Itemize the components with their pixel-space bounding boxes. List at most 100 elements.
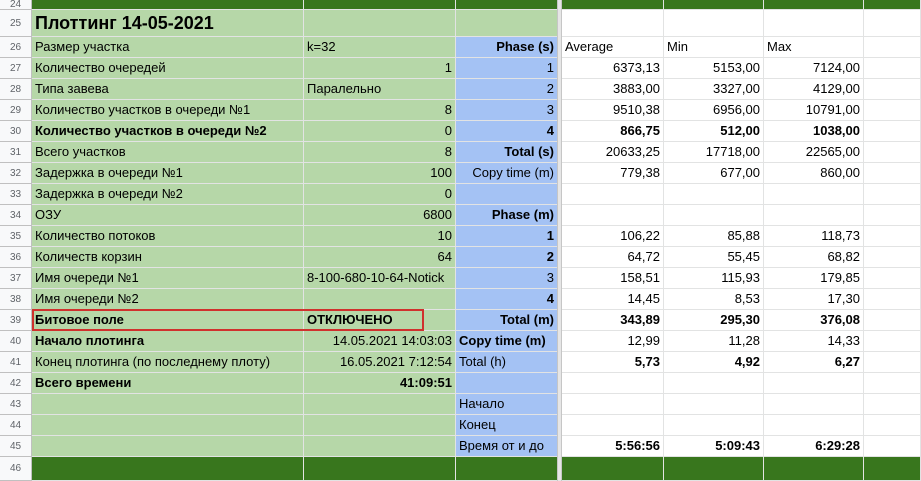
cell-F40[interactable]: 14,33 bbox=[764, 331, 864, 352]
cell-B28[interactable]: Паралельно bbox=[304, 79, 456, 100]
cell-E24[interactable] bbox=[664, 0, 764, 10]
cell-A43[interactable] bbox=[32, 394, 304, 415]
cell-A41[interactable]: Конец плотинга (по последнему плоту) bbox=[32, 352, 304, 373]
cell-B45[interactable] bbox=[304, 436, 456, 457]
cell-D36[interactable]: 64,72 bbox=[562, 247, 664, 268]
cell-B43[interactable] bbox=[304, 394, 456, 415]
cell-C41[interactable]: Total (h) bbox=[456, 352, 558, 373]
cell-D46[interactable] bbox=[562, 457, 664, 481]
cell-G43[interactable] bbox=[864, 394, 921, 415]
cell-F44[interactable] bbox=[764, 415, 864, 436]
cell-C39[interactable]: Total (m) bbox=[456, 310, 558, 331]
cell-C37[interactable]: 3 bbox=[456, 268, 558, 289]
cell-G31[interactable] bbox=[864, 142, 921, 163]
cell-D37[interactable]: 158,51 bbox=[562, 268, 664, 289]
cell-F39[interactable]: 376,08 bbox=[764, 310, 864, 331]
cell-G35[interactable] bbox=[864, 226, 921, 247]
cell-D43[interactable] bbox=[562, 394, 664, 415]
cell-E33[interactable] bbox=[664, 184, 764, 205]
cell-G25[interactable] bbox=[864, 10, 921, 37]
cell-F46[interactable] bbox=[764, 457, 864, 481]
cell-F30[interactable]: 1038,00 bbox=[764, 121, 864, 142]
cell-F35[interactable]: 118,73 bbox=[764, 226, 864, 247]
cell-F43[interactable] bbox=[764, 394, 864, 415]
row-header[interactable]: 38 bbox=[0, 289, 32, 310]
cell-C43[interactable]: Начало bbox=[456, 394, 558, 415]
cell-E29[interactable]: 6956,00 bbox=[664, 100, 764, 121]
cell-D39[interactable]: 343,89 bbox=[562, 310, 664, 331]
row-header[interactable]: 31 bbox=[0, 142, 32, 163]
row-header[interactable]: 37 bbox=[0, 268, 32, 289]
row-header[interactable]: 39 bbox=[0, 310, 32, 331]
cell-D42[interactable] bbox=[562, 373, 664, 394]
cell-G30[interactable] bbox=[864, 121, 921, 142]
cell-A36[interactable]: Количеств корзин bbox=[32, 247, 304, 268]
cell-C29[interactable]: 3 bbox=[456, 100, 558, 121]
cell-B24[interactable] bbox=[304, 0, 456, 10]
cell-G27[interactable] bbox=[864, 58, 921, 79]
cell-E44[interactable] bbox=[664, 415, 764, 436]
row-header[interactable]: 42 bbox=[0, 373, 32, 394]
cell-A26[interactable]: Размер участка bbox=[32, 37, 304, 58]
cell-E31[interactable]: 17718,00 bbox=[664, 142, 764, 163]
cell-C30[interactable]: 4 bbox=[456, 121, 558, 142]
cell-C34[interactable]: Phase (m) bbox=[456, 205, 558, 226]
cell-B38[interactable] bbox=[304, 289, 456, 310]
cell-E40[interactable]: 11,28 bbox=[664, 331, 764, 352]
cell-B29[interactable]: 8 bbox=[304, 100, 456, 121]
cell-C24[interactable] bbox=[456, 0, 558, 10]
cell-D24[interactable] bbox=[562, 0, 664, 10]
cell-E32[interactable]: 677,00 bbox=[664, 163, 764, 184]
cell-C42[interactable] bbox=[456, 373, 558, 394]
cell-E36[interactable]: 55,45 bbox=[664, 247, 764, 268]
row-header[interactable]: 46 bbox=[0, 457, 32, 481]
cell-D25[interactable] bbox=[562, 10, 664, 37]
cell-A44[interactable] bbox=[32, 415, 304, 436]
cell-F45[interactable]: 6:29:28 bbox=[764, 436, 864, 457]
cell-G32[interactable] bbox=[864, 163, 921, 184]
cell-C38[interactable]: 4 bbox=[456, 289, 558, 310]
cell-F28[interactable]: 4129,00 bbox=[764, 79, 864, 100]
cell-F31[interactable]: 22565,00 bbox=[764, 142, 864, 163]
cell-F38[interactable]: 17,30 bbox=[764, 289, 864, 310]
cell-D45[interactable]: 5:56:56 bbox=[562, 436, 664, 457]
row-header[interactable]: 44 bbox=[0, 415, 32, 436]
cell-A30[interactable]: Количество участков в очереди №2 bbox=[32, 121, 304, 142]
cell-F26[interactable]: Max bbox=[764, 37, 864, 58]
cell-B33[interactable]: 0 bbox=[304, 184, 456, 205]
cell-A29[interactable]: Количество участков в очереди №1 bbox=[32, 100, 304, 121]
cell-G44[interactable] bbox=[864, 415, 921, 436]
row-header[interactable]: 33 bbox=[0, 184, 32, 205]
cell-A45[interactable] bbox=[32, 436, 304, 457]
cell-C36[interactable]: 2 bbox=[456, 247, 558, 268]
cell-B41[interactable]: 16.05.2021 7:12:54 bbox=[304, 352, 456, 373]
cell-G40[interactable] bbox=[864, 331, 921, 352]
cell-D33[interactable] bbox=[562, 184, 664, 205]
row-header[interactable]: 36 bbox=[0, 247, 32, 268]
cell-C32[interactable]: Copy time (m) bbox=[456, 163, 558, 184]
cell-G41[interactable] bbox=[864, 352, 921, 373]
cell-C26[interactable]: Phase (s) bbox=[456, 37, 558, 58]
cell-G33[interactable] bbox=[864, 184, 921, 205]
cell-E30[interactable]: 512,00 bbox=[664, 121, 764, 142]
cell-A38[interactable]: Имя очереди №2 bbox=[32, 289, 304, 310]
cell-D30[interactable]: 866,75 bbox=[562, 121, 664, 142]
cell-C44[interactable]: Конец bbox=[456, 415, 558, 436]
cell-A42[interactable]: Всего времени bbox=[32, 373, 304, 394]
cell-C35[interactable]: 1 bbox=[456, 226, 558, 247]
row-header[interactable]: 34 bbox=[0, 205, 32, 226]
cell-A28[interactable]: Типа завева bbox=[32, 79, 304, 100]
cell-A40[interactable]: Начало плотинга bbox=[32, 331, 304, 352]
row-header[interactable]: 41 bbox=[0, 352, 32, 373]
cell-B39[interactable]: ОТКЛЮЧЕНО bbox=[304, 310, 456, 331]
cell-B32[interactable]: 100 bbox=[304, 163, 456, 184]
cell-G38[interactable] bbox=[864, 289, 921, 310]
cell-B42[interactable]: 41:09:51 bbox=[304, 373, 456, 394]
cell-D29[interactable]: 9510,38 bbox=[562, 100, 664, 121]
cell-D35[interactable]: 106,22 bbox=[562, 226, 664, 247]
cell-F24[interactable] bbox=[764, 0, 864, 10]
cell-B37[interactable]: 8-100-680-10-64-Notick bbox=[304, 268, 456, 289]
cell-G24[interactable] bbox=[864, 0, 921, 10]
cell-D32[interactable]: 779,38 bbox=[562, 163, 664, 184]
cell-D28[interactable]: 3883,00 bbox=[562, 79, 664, 100]
